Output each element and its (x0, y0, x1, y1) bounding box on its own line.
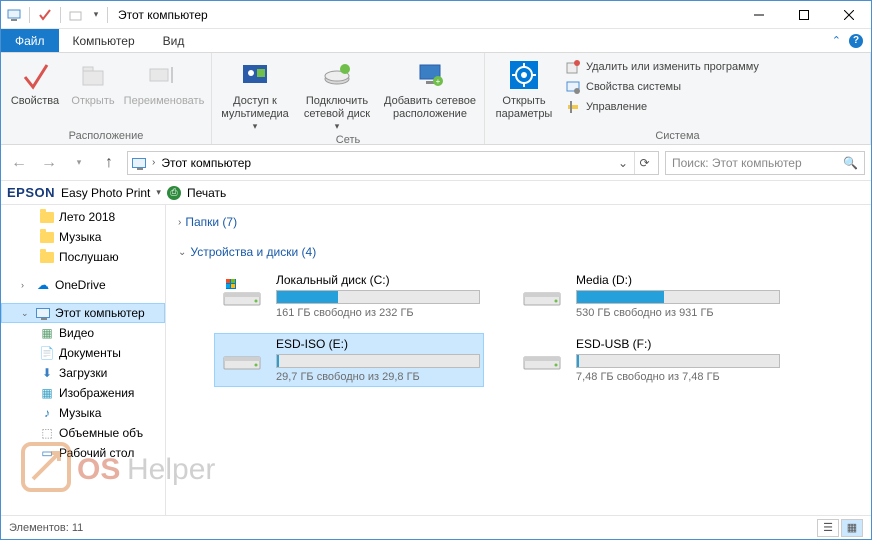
drive-free-text: 7,48 ГБ свободно из 7,48 ГБ (576, 371, 780, 383)
open-settings-button[interactable]: Открыть параметры (489, 55, 559, 121)
media-access-button[interactable]: Доступ к мультимедиа ▾ (216, 55, 294, 132)
status-bar: Элементов: 11 ☰ ▦ (1, 515, 871, 539)
sidebar-item-thispc[interactable]: ⌄Этот компьютер (1, 303, 165, 323)
epson-logo: EPSON (7, 185, 55, 200)
print-icon: ⎙ (167, 186, 181, 200)
content-pane[interactable]: ›Папки (7) ⌄Устройства и диски (4) Локал… (166, 205, 871, 515)
ribbon-group-network: Доступ к мультимедиа ▾ Подключить сетево… (212, 53, 485, 144)
system-properties-button[interactable]: Свойства системы (561, 77, 763, 97)
drive-name: ESD-USB (F:) (576, 337, 780, 351)
svg-text:+: + (436, 77, 441, 86)
add-network-location-button[interactable]: + Добавить сетевое расположение (380, 55, 480, 121)
sidebar-item-images[interactable]: ▦Изображения (1, 383, 165, 403)
uninstall-button[interactable]: Удалить или изменить программу (561, 57, 763, 77)
sidebar-item-volumes[interactable]: ⬚Объемные объ (1, 423, 165, 443)
drive-icon (518, 337, 566, 377)
pc-icon (132, 158, 146, 168)
details-view-button[interactable]: ☰ (817, 519, 839, 537)
epson-toolbar: EPSON Easy Photo Print ▾ ⎙ Печать (1, 181, 871, 205)
recent-dropdown[interactable]: ▾ (67, 151, 91, 175)
help-icon[interactable]: ? (849, 34, 863, 48)
minimize-button[interactable] (736, 1, 781, 29)
search-placeholder: Поиск: Этот компьютер (672, 156, 802, 170)
address-text: Этот компьютер (161, 156, 251, 170)
drive-capacity-bar (276, 354, 480, 368)
refresh-button[interactable]: ⟳ (634, 152, 654, 174)
sidebar-item-downloads[interactable]: ⬇Загрузки (1, 363, 165, 383)
map-drive-button[interactable]: Подключить сетевой диск ▾ (296, 55, 378, 132)
ribbon-group-location: Свойства Открыть Переименовать Расположе… (1, 53, 212, 144)
drive-free-text: 161 ГБ свободно из 232 ГБ (276, 307, 480, 319)
tab-view[interactable]: Вид (149, 29, 199, 52)
folders-category[interactable]: ›Папки (7) (178, 211, 859, 233)
drive-item[interactable]: ESD-ISO (E:) 29,7 ГБ свободно из 29,8 ГБ (214, 333, 484, 387)
address-bar[interactable]: › Этот компьютер ⌄ ⟳ (127, 151, 659, 175)
window-title: Этот компьютер (112, 8, 208, 22)
navigation-row: ← → ▾ ↑ › Этот компьютер ⌄ ⟳ Поиск: Этот… (1, 145, 871, 181)
sidebar-item-onedrive[interactable]: ›☁OneDrive (1, 275, 165, 295)
sidebar-item-music2[interactable]: ♪Музыка (1, 403, 165, 423)
forward-button: → (37, 151, 61, 175)
rename-button: Переименовать (121, 55, 207, 108)
back-button[interactable]: ← (7, 151, 31, 175)
ribbon-collapse[interactable]: ⌃ (832, 34, 841, 47)
drive-item[interactable]: ESD-USB (F:) 7,48 ГБ свободно из 7,48 ГБ (514, 333, 784, 387)
manage-button[interactable]: Управление (561, 97, 763, 117)
epson-app[interactable]: Easy Photo Print (61, 186, 150, 200)
app-icon[interactable] (3, 4, 25, 26)
drive-name: ESD-ISO (E:) (276, 337, 480, 351)
drive-name: Media (D:) (576, 273, 780, 287)
address-dropdown[interactable]: ⌄ (618, 156, 628, 170)
quick-access-toolbar: ▾ (1, 4, 112, 26)
icons-view-button[interactable]: ▦ (841, 519, 863, 537)
drives-list: Локальный диск (C:) 161 ГБ свободно из 2… (178, 263, 859, 393)
drive-icon (218, 273, 266, 313)
drive-icon (218, 337, 266, 377)
close-button[interactable] (826, 1, 871, 29)
sidebar-item-music[interactable]: Музыка (1, 227, 165, 247)
sidebar-item-leto[interactable]: Лето 2018 (1, 207, 165, 227)
properties-button[interactable]: Свойства (5, 55, 65, 108)
up-button[interactable]: ↑ (97, 151, 121, 175)
drive-capacity-bar (576, 290, 780, 304)
drive-icon (518, 273, 566, 313)
titlebar: ▾ Этот компьютер (1, 1, 871, 29)
search-icon: 🔍 (843, 156, 858, 170)
drives-category[interactable]: ⌄Устройства и диски (4) (178, 241, 859, 263)
sidebar-item-desktop[interactable]: ▭Рабочий стол (1, 443, 165, 463)
drive-item[interactable]: Локальный диск (C:) 161 ГБ свободно из 2… (214, 269, 484, 323)
ribbon-tabs: Файл Компьютер Вид ⌃ ? (1, 29, 871, 53)
qat-dropdown[interactable]: ▾ (89, 4, 103, 26)
maximize-button[interactable] (781, 1, 826, 29)
item-count: Элементов: 11 (9, 522, 83, 534)
sidebar-item-video[interactable]: ▦Видео (1, 323, 165, 343)
qat-properties[interactable] (34, 4, 56, 26)
ribbon: Свойства Открыть Переименовать Расположе… (1, 53, 871, 145)
drive-free-text: 530 ГБ свободно из 931 ГБ (576, 307, 780, 319)
drive-capacity-bar (576, 354, 780, 368)
explorer-body: Лето 2018 Музыка Послушаю ›☁OneDrive ⌄Эт… (1, 205, 871, 515)
qat-new-folder[interactable] (65, 4, 87, 26)
drive-free-text: 29,7 ГБ свободно из 29,8 ГБ (276, 371, 480, 383)
print-button[interactable]: Печать (187, 186, 226, 200)
window-controls (736, 1, 871, 29)
drive-name: Локальный диск (C:) (276, 273, 480, 287)
tab-computer[interactable]: Компьютер (59, 29, 149, 52)
sidebar-item-listen[interactable]: Послушаю (1, 247, 165, 267)
drive-capacity-bar (276, 290, 480, 304)
ribbon-group-system: Открыть параметры Удалить или изменить п… (485, 53, 871, 144)
search-box[interactable]: Поиск: Этот компьютер 🔍 (665, 151, 865, 175)
navigation-pane[interactable]: Лето 2018 Музыка Послушаю ›☁OneDrive ⌄Эт… (1, 205, 166, 515)
open-button: Открыть (67, 55, 119, 108)
drive-item[interactable]: Media (D:) 530 ГБ свободно из 931 ГБ (514, 269, 784, 323)
sidebar-item-docs[interactable]: 📄Документы (1, 343, 165, 363)
tab-file[interactable]: Файл (1, 29, 59, 52)
